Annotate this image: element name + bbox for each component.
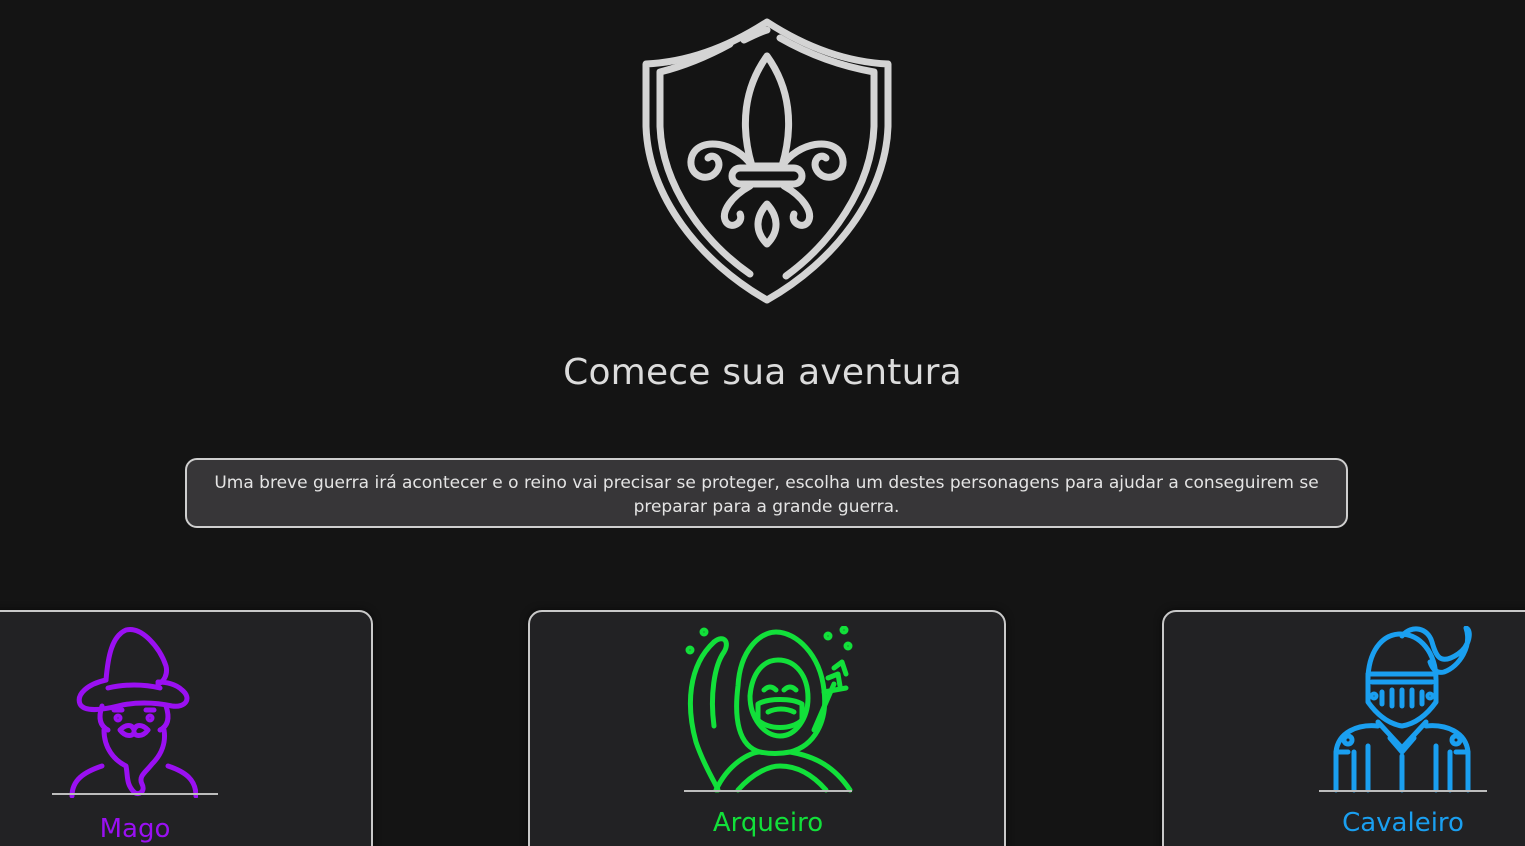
hooded-archer-icon	[685, 626, 853, 793]
page-title: Comece sua aventura	[563, 352, 962, 393]
page: Comece sua aventura Uma breve guerra irá…	[0, 0, 1525, 846]
intro-text-box: Uma breve guerra irá acontecer e o reino…	[185, 458, 1348, 528]
character-card-cavaleiro[interactable]: Cavaleiro	[1162, 610, 1525, 846]
character-name-arqueiro: Arqueiro	[712, 808, 824, 838]
character-card-mago[interactable]: Mago	[0, 610, 373, 846]
character-divider	[1319, 790, 1487, 792]
character-name-mago: Mago	[99, 814, 171, 844]
character-card-arqueiro[interactable]: Arqueiro	[528, 610, 1006, 846]
shield-fleur-de-lis-icon	[642, 18, 892, 304]
character-divider	[52, 793, 218, 795]
knight-helmet-icon	[1333, 626, 1472, 793]
wizard-icon	[69, 627, 198, 798]
character-name-cavaleiro: Cavaleiro	[1342, 808, 1464, 838]
character-divider	[684, 790, 852, 792]
